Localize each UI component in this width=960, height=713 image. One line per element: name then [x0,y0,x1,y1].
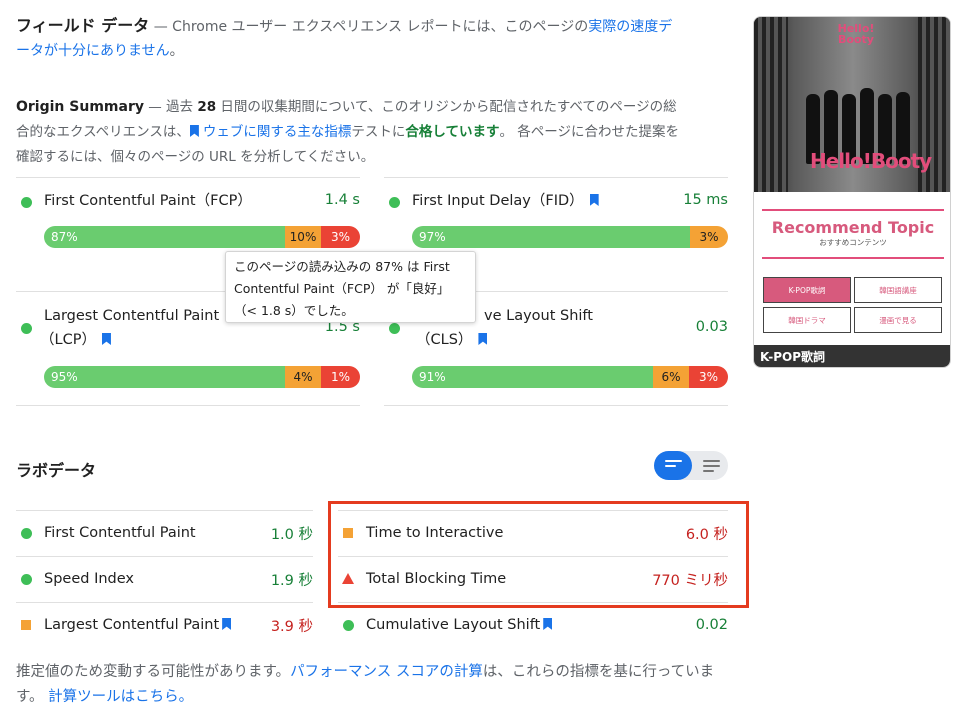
bar-good[interactable]: 91% [412,366,653,388]
divider [384,177,728,178]
distribution-bar[interactable]: 95% 4% 1% [44,366,360,388]
bar-poor[interactable]: 3% [689,366,728,388]
lab-metric-value: 1.0 秒 [270,526,313,543]
topic-button: K-POP歌詞 [763,277,851,303]
bar-good[interactable]: 95% [44,366,285,388]
metric-tooltip: このページの読み込みの 87% は First Contentful Paint… [225,251,476,323]
metric-value: 1.4 s [324,192,360,208]
metric-value: 15 ms [683,192,728,208]
compact-view-button[interactable] [654,451,692,480]
site-logo: Hello! Booty [837,22,875,46]
good-dot-icon [389,197,400,208]
bookmark-icon [589,194,599,206]
metric-name: First Contentful Paint（FCP） [44,193,252,209]
metric-name: ve Layout Shift [484,308,593,324]
bar-needs-improvement[interactable]: 4% [285,366,321,388]
lab-metric-cls: Cumulative Layout Shift 0.02 [338,602,728,648]
bar-poor[interactable]: 3% [321,226,360,248]
core-web-vitals-link[interactable]: ウェブに関する主な指標 [203,124,352,140]
good-dot-icon [21,323,32,334]
lab-metric-value: 1.9 秒 [270,572,313,589]
lab-metric-fcp: First Contentful Paint 1.0 秒 [16,510,313,556]
bar-needs-improvement[interactable]: 10% [285,226,321,248]
bar-good[interactable]: 87% [44,226,285,248]
lab-metric-lcp: Largest Contentful Paint 3.9 秒 [16,602,313,648]
bar-needs-improvement[interactable]: 6% [653,366,689,388]
lab-metric-value: 3.9 秒 [270,618,313,635]
lab-metric-si: Speed Index 1.9 秒 [16,556,313,602]
lab-data-title: ラボデータ [16,461,97,480]
stage-title: Hello!Booty [810,149,932,173]
calculator-link[interactable]: 計算ツールはこちら。 [48,689,193,705]
perf-score-link[interactable]: パフォーマンス スコアの計算 [290,664,483,680]
bookmark-icon [478,333,488,345]
stage-image: Hello! Booty Hello!Booty [754,17,950,192]
bar-poor[interactable]: 1% [321,366,360,388]
field-data-title: フィールド データ [16,16,150,35]
good-dot-icon [21,574,32,585]
lab-metric-name: Cumulative Layout Shift [366,617,541,633]
bar-poor[interactable]: 3% [690,226,728,248]
distribution-bar[interactable]: 87% 10% 3% [44,226,360,248]
thumbnail-caption: K-POP歌詞 [754,345,950,367]
lab-data-footnote: 推定値のため変動する可能性があります。パフォーマンス スコアの計算は、これらの指… [16,664,715,705]
list-compact-icon [665,460,682,470]
expanded-view-button[interactable] [694,451,728,480]
view-toggle[interactable] [654,451,728,480]
topic-button: 漫画で見る [854,307,942,333]
field-data-header: フィールド データ — Chrome ユーザー エクスペリエンス レポートには、… [16,16,673,59]
distribution-bar[interactable]: 91% 6% 3% [412,366,728,388]
divider [16,405,360,406]
origin-summary: Origin Summary — 過去 28 日間の収集期間について、このオリジ… [16,99,680,165]
list-expanded-icon [703,460,720,475]
bar-good[interactable]: 97% [412,226,690,248]
average-square-icon [21,620,31,630]
lab-metric-name: Speed Index [44,571,134,587]
lab-metric-name: First Contentful Paint [44,525,196,541]
bookmark-icon [543,618,553,630]
highlight-box [328,501,749,608]
recommend-title: Recommend Topic [771,218,935,237]
lab-metric-name: Largest Contentful Paint [44,617,220,633]
topic-button: 韓国語講座 [854,277,942,303]
good-dot-icon [343,620,354,631]
divider [16,177,360,178]
page-screenshot-thumbnail[interactable]: Hello! Booty Hello!Booty Recommend Topic… [753,16,951,368]
lab-metric-value: 0.02 [695,617,728,633]
recommend-subtitle: おすすめコンテンツ [819,238,887,247]
distribution-bar[interactable]: 97% 3% [412,226,728,248]
good-dot-icon [21,528,32,539]
divider [384,405,728,406]
good-dot-icon [389,323,400,334]
origin-summary-title: Origin Summary [16,99,144,115]
bookmark-icon [222,618,232,630]
good-dot-icon [21,197,32,208]
metric-name: First Input Delay（FID） [412,193,584,209]
bookmark-icon [189,125,199,137]
field-data-desc: — Chrome ユーザー エクスペリエンス レポートには、このページの [149,19,589,35]
metric-name: Largest Contentful Paint [44,308,220,324]
metric-value: 0.03 [695,319,728,335]
topic-button: 韓国ドラマ [763,307,851,333]
pass-status: 合格しています [405,124,500,140]
bookmark-icon [101,333,111,345]
recommend-topic-block: Recommend Topic おすすめコンテンツ [762,209,944,259]
